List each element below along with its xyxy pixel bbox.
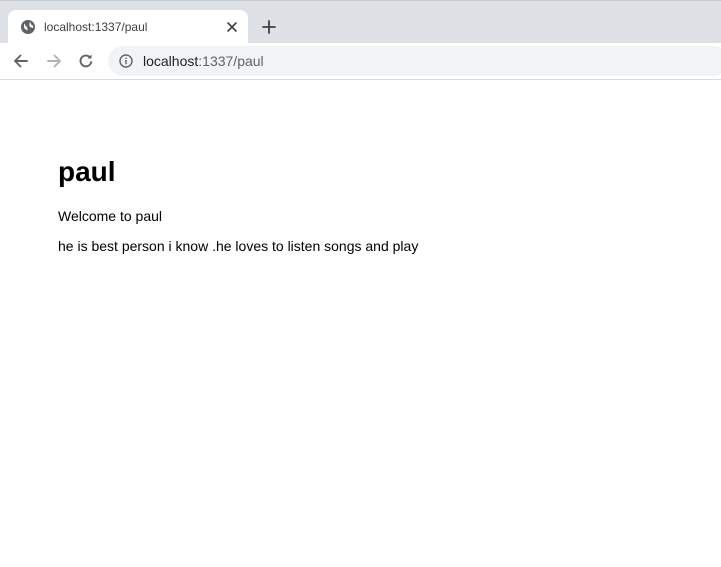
arrow-left-icon [14, 54, 28, 68]
arrow-right-icon [47, 54, 61, 68]
page-viewport: paul Welcome to paul he is best person i… [0, 81, 721, 567]
reload-icon [79, 54, 93, 68]
new-tab-button[interactable] [260, 18, 278, 36]
url-text[interactable]: localhost:1337/paul [143, 54, 264, 69]
page-title: paul [58, 156, 116, 187]
url-path: :1337/paul [198, 53, 264, 69]
globe-icon [20, 19, 36, 35]
tab-strip: localhost:1337/paul [0, 0, 721, 44]
url-host: localhost [143, 53, 199, 69]
reload-button[interactable] [76, 51, 96, 71]
browser-toolbar: localhost:1337/paul [0, 43, 721, 80]
info-icon[interactable] [119, 54, 133, 68]
tab-title: localhost:1337/paul [44, 20, 148, 34]
description-text: he is best person i know .he loves to li… [58, 238, 419, 254]
plus-icon [262, 20, 276, 34]
forward-button[interactable] [44, 51, 64, 71]
close-icon[interactable] [224, 19, 240, 35]
back-button[interactable] [11, 51, 31, 71]
address-bar[interactable]: localhost:1337/paul [108, 46, 721, 76]
browser-tab[interactable]: localhost:1337/paul [8, 10, 248, 44]
welcome-text: Welcome to paul [58, 208, 163, 224]
